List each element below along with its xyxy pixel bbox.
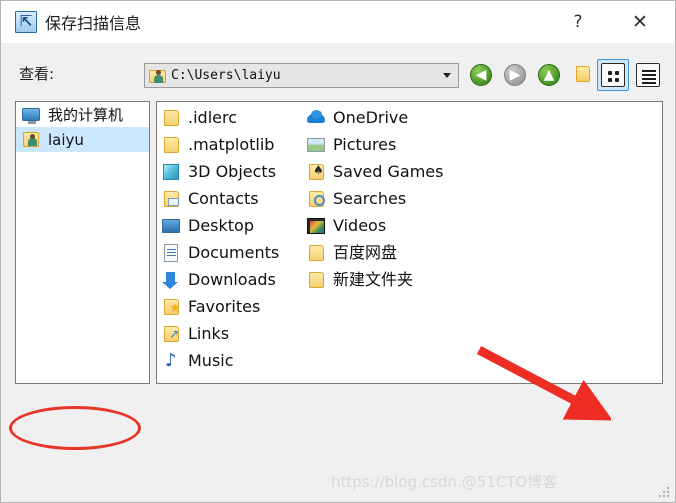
list-view-icon[interactable] (597, 59, 629, 91)
list-item[interactable]: 3D Objects (161, 158, 306, 185)
folder-icon (161, 136, 181, 154)
folder-icon (306, 244, 326, 262)
sidebar-item-my-computer[interactable]: 我的计算机 (16, 102, 149, 127)
forward-icon[interactable]: ▶ (501, 61, 529, 89)
file-label: Searches (333, 188, 407, 208)
look-in-label: 查看: (19, 65, 55, 83)
file-form: 文件名称(N)： 文件类型: OER 扫描，周三 1月 13 2021 21-1… (1, 393, 675, 502)
file-label: Saved Games (333, 161, 444, 181)
save-scan-dialog: ⇱ 保存扫描信息 ? ✕ 查看: C:\Users\laiyu ◀ ▶ ▲ 我的… (0, 0, 676, 503)
music-note-icon: ♪ (165, 349, 177, 371)
file-label: Desktop (188, 215, 254, 235)
list-item[interactable]: Saved Games (306, 158, 451, 185)
file-label: OneDrive (333, 107, 409, 127)
file-list[interactable]: .idlerc .matplotlib 3D Objects Contacts … (156, 101, 663, 384)
path-value: C:\Users\laiyu (171, 68, 281, 83)
list-item[interactable]: ♪ Music (161, 347, 306, 374)
download-arrow-icon (161, 271, 181, 289)
file-label: 新建文件夹 (333, 269, 414, 289)
pictures-icon (306, 136, 326, 154)
list-item[interactable]: .idlerc (161, 104, 306, 131)
list-item[interactable]: Pictures (306, 131, 451, 158)
onedrive-cloud-icon (306, 109, 326, 127)
file-label: 百度网盘 (333, 242, 398, 262)
list-item[interactable]: Contacts (161, 185, 306, 212)
chevron-down-icon (443, 73, 451, 78)
new-folder-icon[interactable] (569, 61, 597, 89)
list-item[interactable]: .matplotlib (161, 131, 306, 158)
sidebar-item-label: laiyu (48, 130, 84, 149)
sidebar-item-laiyu[interactable]: laiyu (16, 127, 149, 152)
list-item[interactable]: 百度网盘 (306, 239, 451, 266)
sidebar-item-label: 我的计算机 (48, 106, 124, 124)
user-folder-icon (149, 68, 166, 84)
file-label: Pictures (333, 134, 397, 154)
list-item[interactable]: Downloads (161, 266, 306, 293)
list-item[interactable]: Documents (161, 239, 306, 266)
file-label: Videos (333, 215, 387, 235)
file-label: Links (188, 323, 230, 343)
back-icon[interactable]: ◀ (467, 61, 495, 89)
list-item[interactable]: Searches (306, 185, 451, 212)
list-item[interactable]: 新建文件夹 (306, 266, 451, 293)
window-title: 保存扫描信息 (45, 14, 142, 33)
help-button[interactable]: ? (555, 1, 601, 43)
file-label: Documents (188, 242, 280, 262)
list-item[interactable]: Desktop (161, 212, 306, 239)
computer-icon (21, 106, 41, 124)
cube-icon (161, 163, 181, 181)
links-icon: ↗ (161, 325, 181, 343)
saved-games-icon (306, 163, 326, 181)
file-label: 3D Objects (188, 161, 277, 181)
document-icon (161, 243, 181, 262)
resize-grip[interactable] (659, 487, 671, 499)
file-label: Music (188, 350, 234, 370)
favorites-star-icon: ★ (161, 298, 181, 316)
window-controls: ? ✕ (555, 1, 675, 43)
videos-icon (306, 217, 326, 235)
up-icon[interactable]: ▲ (535, 61, 563, 89)
list-item[interactable]: OneDrive (306, 104, 451, 131)
file-label: .idlerc (188, 107, 237, 127)
close-icon[interactable]: ✕ (617, 1, 663, 43)
list-item[interactable]: Videos (306, 212, 451, 239)
file-label: Downloads (188, 269, 276, 289)
folder-icon (306, 271, 326, 289)
file-label: .matplotlib (188, 134, 275, 154)
detail-view-icon[interactable] (634, 61, 662, 89)
places-sidebar[interactable]: 我的计算机 laiyu (15, 101, 150, 384)
title-bar: ⇱ 保存扫描信息 ? ✕ (1, 1, 675, 43)
list-item[interactable]: ★ Favorites (161, 293, 306, 320)
file-label: Contacts (188, 188, 259, 208)
file-label: Favorites (188, 296, 261, 316)
searches-icon (306, 190, 326, 208)
list-item[interactable]: ↗ Links (161, 320, 306, 347)
save-scan-icon: ⇱ (15, 11, 37, 33)
desktop-icon (161, 217, 181, 235)
path-combo-box[interactable]: C:\Users\laiyu (144, 63, 459, 88)
contacts-folder-icon (161, 190, 181, 208)
user-folder-icon (21, 131, 41, 149)
folder-icon (161, 109, 181, 127)
